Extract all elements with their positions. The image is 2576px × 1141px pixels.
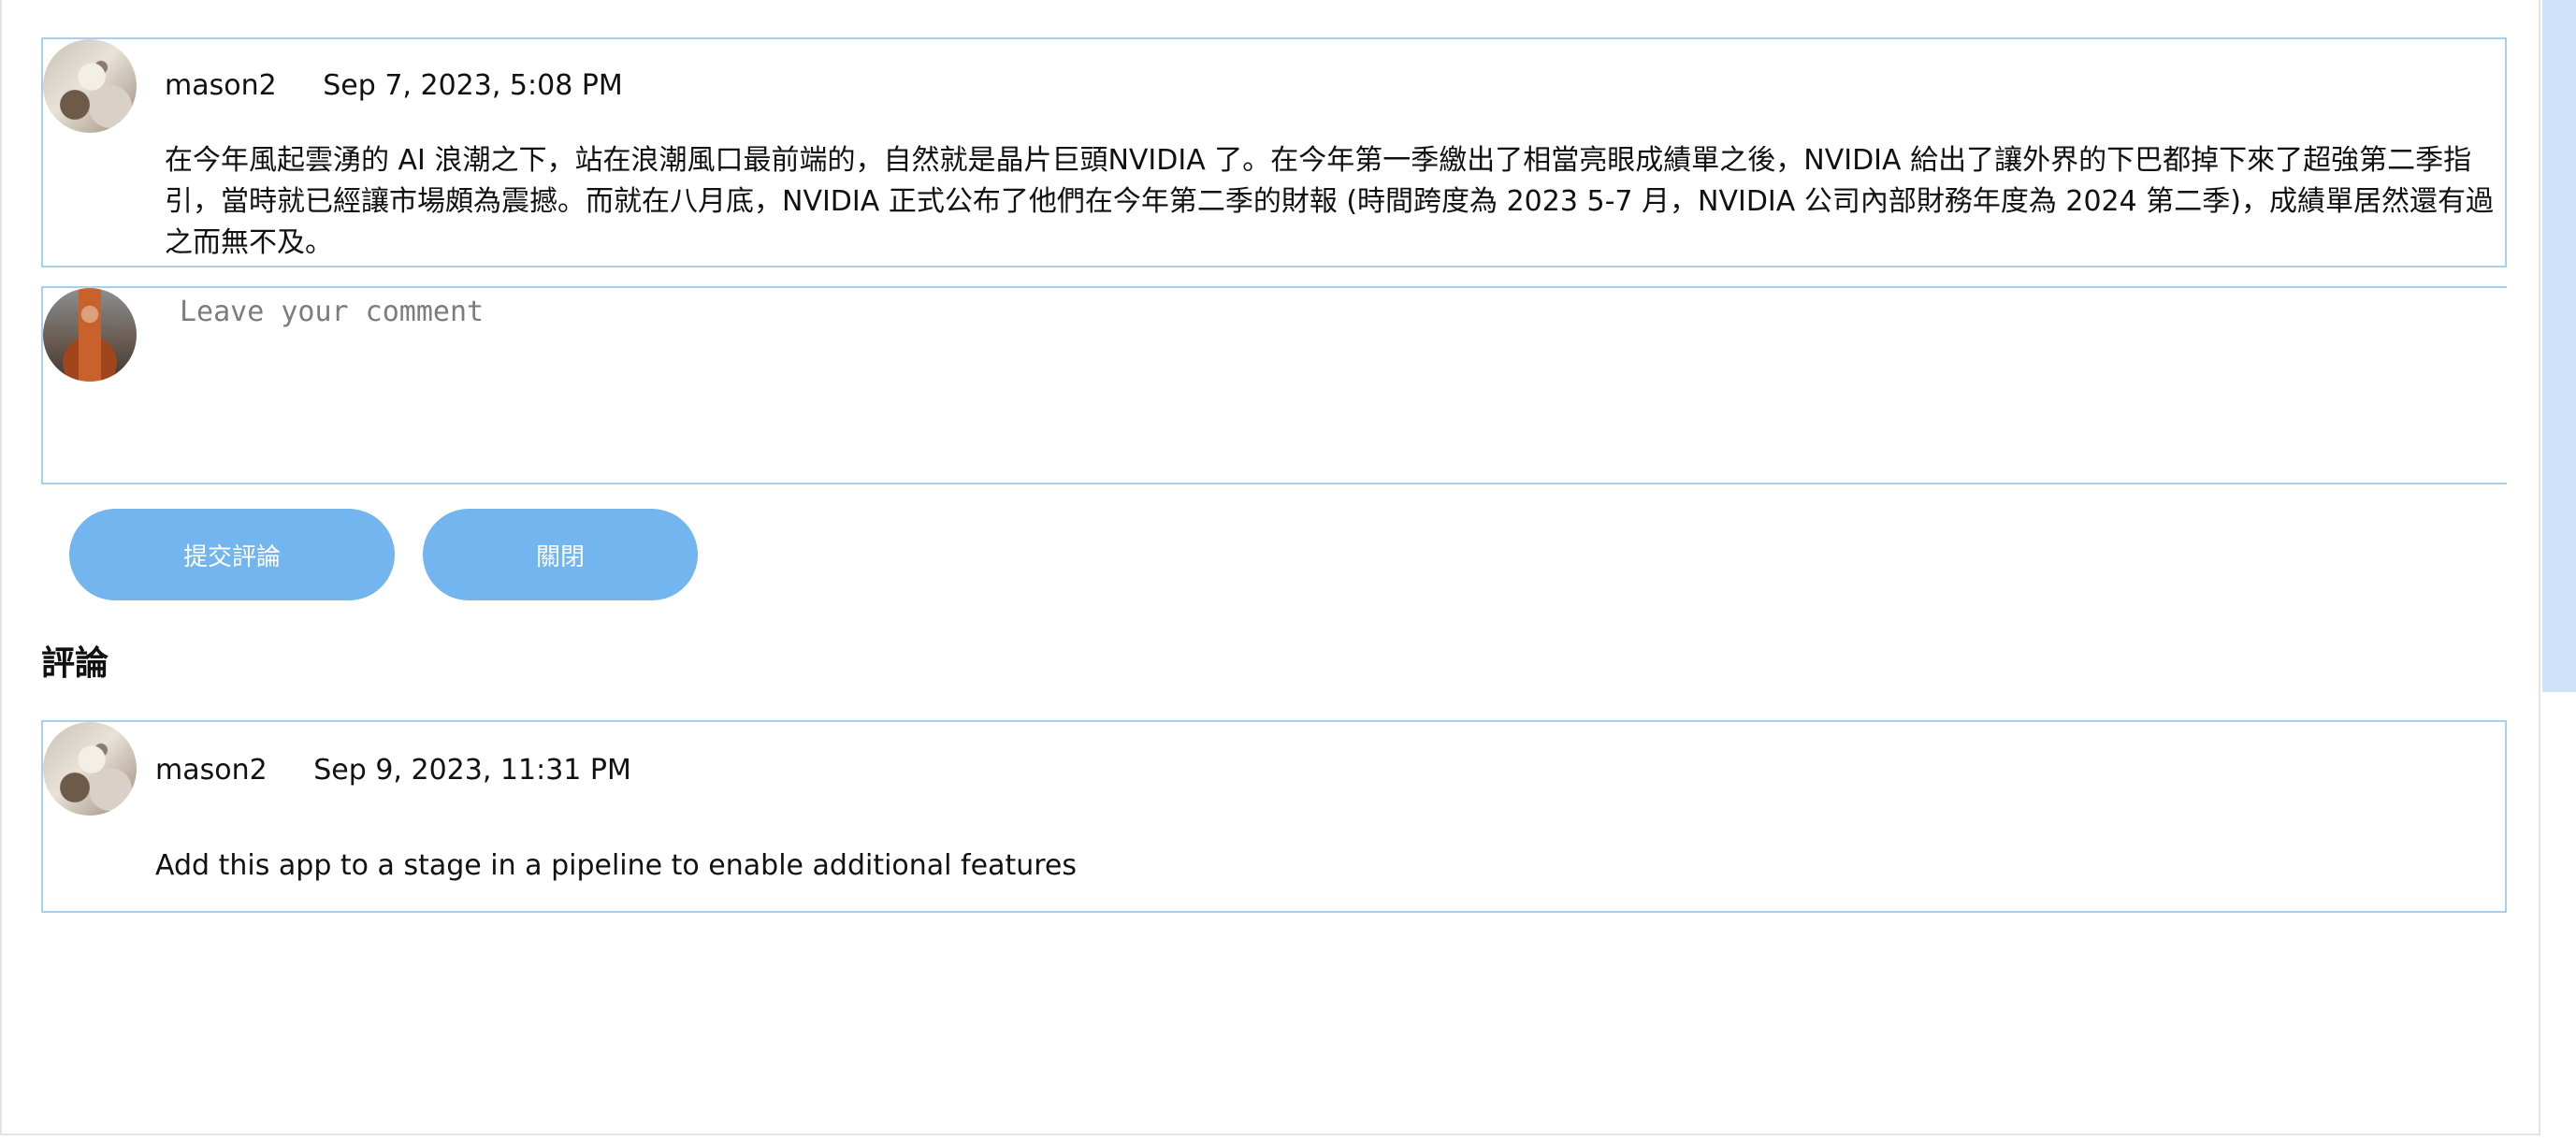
author-avatar [43, 39, 137, 133]
post-timestamp: Sep 7, 2023, 5:08 PM [323, 69, 623, 102]
current-user-avatar [43, 288, 137, 382]
side-panel-strip [2542, 0, 2576, 692]
post-card: mason2 Sep 7, 2023, 5:08 PM 在今年風起雲湧的 AI … [41, 37, 2507, 267]
submit-comment-button[interactable]: 提交評論 [69, 509, 395, 600]
comment-input[interactable] [180, 288, 2481, 473]
commenter-avatar [43, 722, 137, 816]
post-meta: mason2 Sep 7, 2023, 5:08 PM [165, 69, 623, 102]
post-body: 在今年風起雲湧的 AI 浪潮之下，站在浪潮風口最前端的，自然就是晶片巨頭NVID… [165, 144, 2494, 259]
comment-text: Add this app to a stage in a pipeline to… [155, 849, 1077, 882]
comment-meta: mason2 Sep 9, 2023, 11:31 PM [155, 754, 631, 787]
post-author: mason2 [165, 69, 277, 102]
comment-timestamp: Sep 9, 2023, 11:31 PM [313, 754, 631, 787]
comment-composer [41, 286, 2507, 484]
comments-heading: 評論 [41, 644, 109, 683]
comment-item: mason2 Sep 9, 2023, 11:31 PM Add this ap… [41, 720, 2507, 913]
comment-author: mason2 [155, 754, 268, 787]
close-button[interactable]: 關閉 [423, 509, 698, 600]
